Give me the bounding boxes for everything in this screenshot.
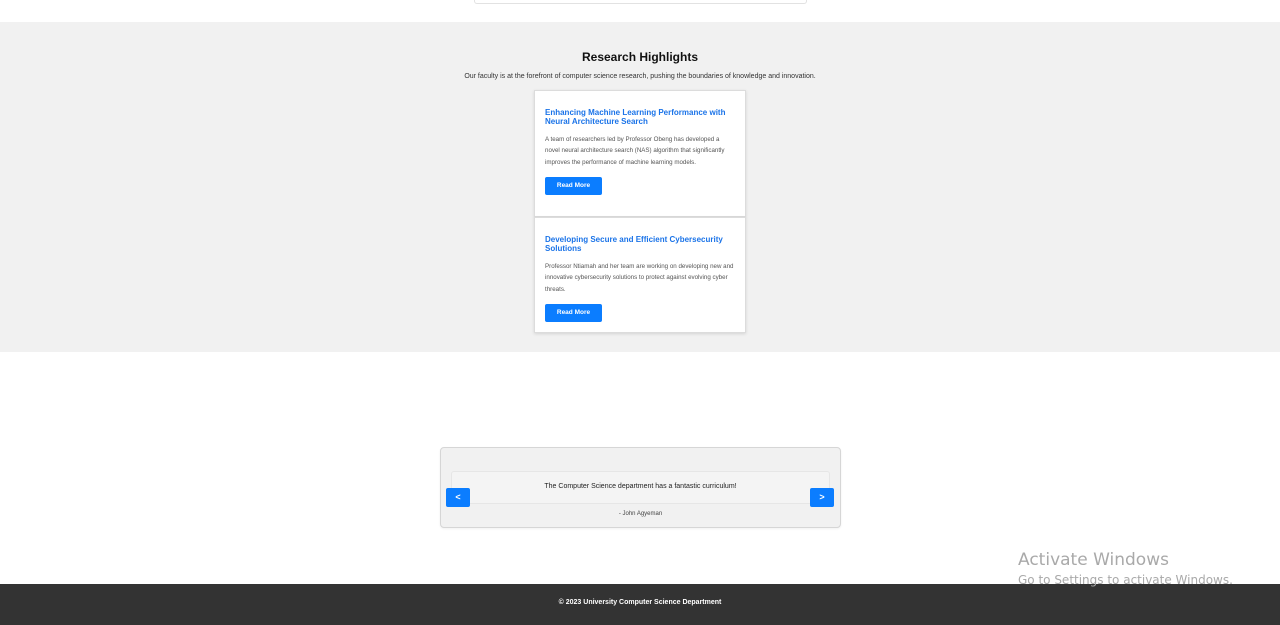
section-title: Research Highlights: [581, 50, 699, 64]
research-card-title[interactable]: Enhancing Machine Learning Performance w…: [545, 108, 735, 126]
section-subtitle: Our faculty is at the forefront of compu…: [464, 73, 816, 80]
research-highlights-section: Research Highlights Our faculty is at th…: [0, 22, 1280, 352]
research-card: Enhancing Machine Learning Performance w…: [534, 90, 746, 217]
footer-copyright: © 2023 University Computer Science Depar…: [558, 599, 722, 606]
carousel-next-button[interactable]: >: [810, 488, 834, 507]
research-card-body: A team of researchers led by Professor O…: [545, 136, 725, 166]
page: Research Highlights Our faculty is at th…: [0, 0, 1280, 625]
read-more-button[interactable]: Read More: [545, 176, 602, 195]
activate-windows-watermark: Activate Windows Go to Settings to activ…: [1018, 550, 1233, 589]
watermark-title: Activate Windows: [1018, 550, 1169, 570]
research-card-title[interactable]: Developing Secure and Efficient Cybersec…: [545, 235, 735, 253]
testimonial-quote: The Computer Science department has a fa…: [544, 483, 737, 490]
watermark-subtitle: Go to Settings to activate Windows.: [1018, 573, 1233, 587]
research-card: Developing Secure and Efficient Cybersec…: [534, 217, 746, 333]
testimonial-author: - John Agyeman: [618, 511, 663, 517]
previous-card-edge: [474, 0, 807, 4]
read-more-button[interactable]: Read More: [545, 303, 602, 322]
testimonial-carousel: The Computer Science department has a fa…: [440, 447, 841, 528]
carousel-prev-button[interactable]: <: [446, 488, 470, 507]
research-card-body: Professor Ntiamah and her team are worki…: [545, 263, 734, 293]
footer: © 2023 University Computer Science Depar…: [0, 584, 1280, 625]
